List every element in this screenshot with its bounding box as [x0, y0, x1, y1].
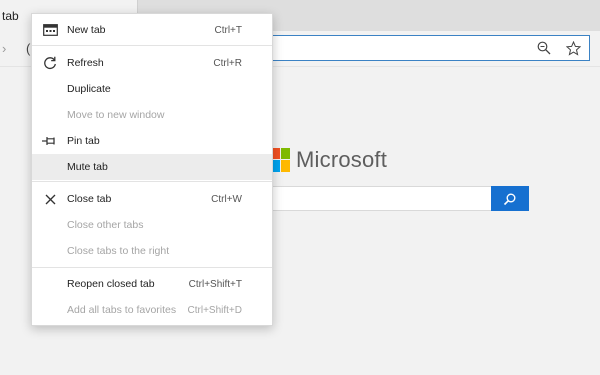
menu-item-reopen-closed-tab[interactable]: Reopen closed tab Ctrl+Shift+T — [32, 271, 272, 297]
microsoft-logo-icon — [272, 148, 290, 173]
refresh-partial-icon[interactable]: ( — [26, 41, 30, 56]
new-tab-icon — [41, 21, 59, 39]
logo-square-red — [272, 148, 280, 159]
menu-item-shortcut: Ctrl+W — [211, 193, 242, 205]
zoom-icon[interactable] — [535, 39, 553, 57]
search-icon — [503, 193, 516, 205]
favorite-star-icon[interactable] — [564, 39, 582, 57]
logo-square-blue — [272, 160, 280, 172]
menu-item-shortcut: Ctrl+R — [213, 57, 242, 69]
brand-name: Microsoft — [296, 147, 388, 172]
menu-separator — [32, 181, 272, 182]
back-arrow-icon[interactable]: › — [2, 41, 6, 56]
menu-item-shortcut: Ctrl+Shift+T — [188, 278, 242, 290]
menu-separator — [32, 267, 272, 268]
search-input[interactable] — [248, 186, 492, 211]
menu-item-refresh[interactable]: Refresh Ctrl+R — [32, 50, 272, 76]
menu-item-label: Add all tabs to favorites — [67, 304, 177, 316]
menu-item-pin-tab[interactable]: Pin tab — [32, 128, 272, 154]
menu-item-move-to-new-window: Move to new window — [32, 102, 272, 128]
menu-separator — [32, 45, 272, 46]
menu-item-shortcut: Ctrl+Shift+D — [187, 304, 242, 316]
menu-item-label: Move to new window — [67, 109, 165, 121]
pin-icon — [41, 132, 59, 150]
menu-item-close-tab[interactable]: Close tab Ctrl+W — [32, 186, 272, 212]
search-button[interactable] — [491, 186, 529, 211]
menu-item-new-tab[interactable]: New tab Ctrl+T — [32, 17, 272, 43]
menu-item-label: Close tabs to the right — [67, 245, 170, 257]
menu-item-label: Refresh — [67, 57, 104, 69]
menu-item-mute-tab[interactable]: Mute tab — [32, 154, 272, 180]
menu-item-close-tabs-right: Close tabs to the right — [32, 238, 272, 264]
close-icon — [41, 190, 59, 208]
menu-item-close-other-tabs: Close other tabs — [32, 212, 272, 238]
menu-item-duplicate[interactable]: Duplicate — [32, 76, 272, 102]
menu-item-shortcut: Ctrl+T — [214, 24, 243, 36]
tab-title: tab — [2, 9, 19, 23]
menu-item-label: Close other tabs — [67, 219, 144, 231]
menu-item-label: Mute tab — [67, 161, 108, 173]
menu-item-add-all-tabs-to-favorites: Add all tabs to favorites Ctrl+Shift+D — [32, 297, 272, 323]
menu-item-label: Close tab — [67, 193, 112, 205]
menu-item-label: New tab — [67, 24, 106, 36]
menu-item-label: Pin tab — [67, 135, 100, 147]
logo-square-yellow — [281, 160, 290, 172]
tab-context-menu: New tab Ctrl+T Refresh Ctrl+R Duplicate … — [31, 13, 273, 326]
refresh-icon — [41, 54, 59, 72]
menu-item-label: Duplicate — [67, 83, 111, 95]
logo-square-green — [281, 148, 290, 159]
menu-item-label: Reopen closed tab — [67, 278, 155, 290]
